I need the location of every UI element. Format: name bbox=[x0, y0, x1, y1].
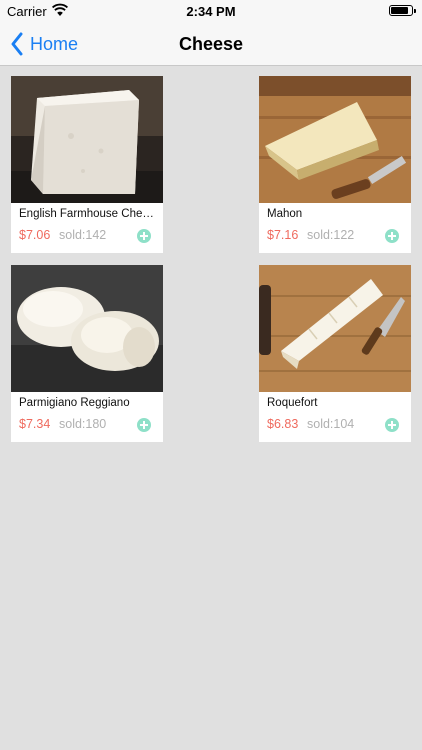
add-to-cart-button[interactable] bbox=[385, 229, 399, 243]
product-name: Roquefort bbox=[267, 397, 318, 409]
page-title: Cheese bbox=[178, 34, 244, 54]
product-image bbox=[11, 265, 163, 392]
product-name: Parmigiano Reggiano bbox=[19, 397, 130, 409]
product-card[interactable]: English Farmhouse Cheddar $7.06 sold:142 bbox=[11, 76, 163, 253]
product-sold-count: sold:122 bbox=[307, 228, 355, 242]
product-card[interactable]: Mahon $7.16 sold:122 bbox=[259, 76, 411, 253]
status-bar: Carrier 2:34 PM bbox=[0, 0, 422, 22]
product-price: $6.83 bbox=[267, 417, 299, 431]
product-name: Mahon bbox=[267, 208, 303, 220]
add-to-cart-button[interactable] bbox=[137, 229, 151, 243]
clock: 2:34 PM bbox=[186, 4, 236, 19]
product-name: English Farmhouse Cheddar bbox=[19, 208, 157, 220]
product-price: $7.06 bbox=[19, 228, 51, 242]
product-sold-count: sold:142 bbox=[59, 228, 107, 242]
product-sold-count: sold:180 bbox=[59, 417, 107, 431]
product-price: $7.16 bbox=[267, 228, 299, 242]
product-card[interactable]: Roquefort $6.83 sold:104 bbox=[259, 265, 411, 442]
add-to-cart-button[interactable] bbox=[385, 418, 399, 432]
product-sold-count: sold:104 bbox=[307, 417, 355, 431]
battery-icon bbox=[389, 5, 416, 16]
add-to-cart-button[interactable] bbox=[137, 418, 151, 432]
product-image bbox=[11, 76, 163, 203]
product-price: $7.34 bbox=[19, 417, 51, 431]
navigation-bar: Home Cheese bbox=[0, 22, 422, 66]
product-card[interactable]: Parmigiano Reggiano $7.34 sold:180 bbox=[11, 265, 163, 442]
product-image bbox=[259, 76, 411, 203]
product-image bbox=[259, 265, 411, 392]
